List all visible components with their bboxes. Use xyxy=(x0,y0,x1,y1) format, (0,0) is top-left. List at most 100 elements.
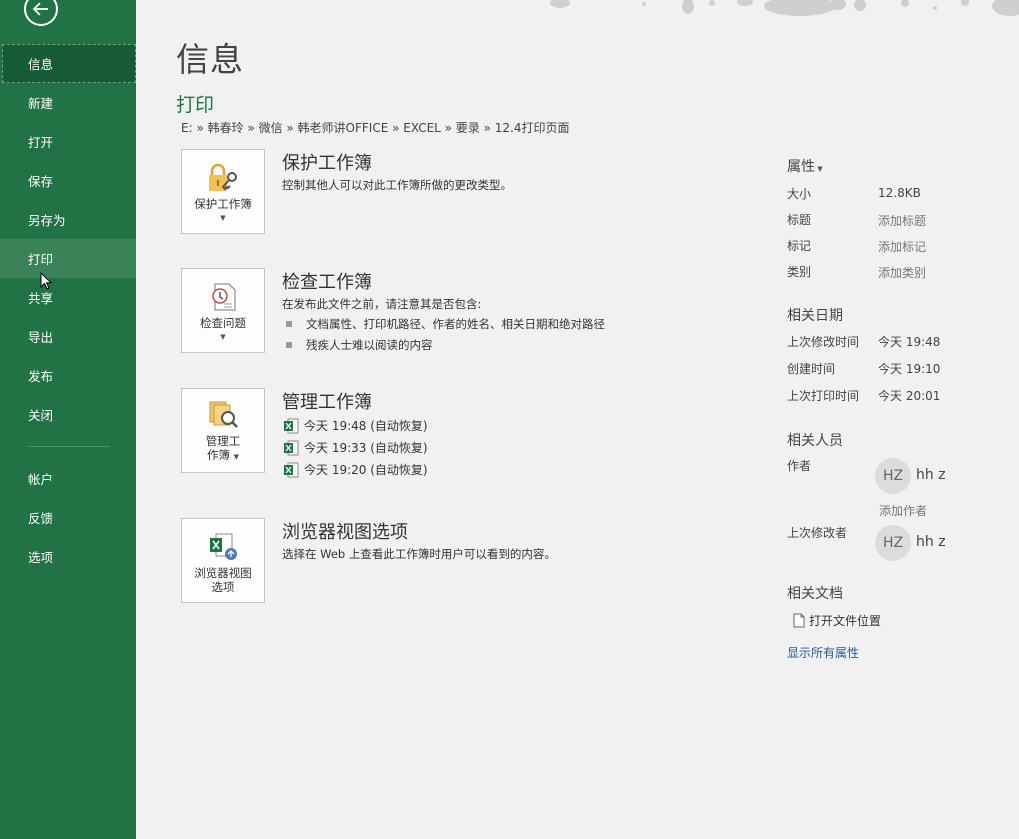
sidebar-item-publish[interactable]: 发布 xyxy=(0,356,136,395)
add-tag-field[interactable]: 添加标记 xyxy=(878,238,926,255)
date-value: 今天 19:10 xyxy=(878,362,941,376)
manage-workbook-button-label: 管理工 xyxy=(205,434,241,448)
sidebar-item-label: 反馈 xyxy=(28,511,54,526)
property-label: 类别 xyxy=(787,265,812,279)
check-issues-button-label: 检查问题 xyxy=(200,316,246,330)
property-label: 标记 xyxy=(787,239,812,253)
open-file-location-label: 打开文件位置 xyxy=(809,614,882,628)
date-label: 上次打印时间 xyxy=(787,389,860,403)
sidebar-item-info[interactable]: 信息 xyxy=(2,44,136,83)
related-dates-heading: 相关日期 xyxy=(787,308,843,324)
property-value: 12.8KB xyxy=(878,186,921,200)
manage-workbook-button-label-line2: 作簿 xyxy=(206,448,230,462)
manage-workbook-button-label: 作簿 ▼ xyxy=(207,448,239,464)
decorative-pattern xyxy=(550,0,1019,16)
sidebar-item-label: 共享 xyxy=(28,291,54,306)
browser-view-desc: 选择在 Web 上查看此工作簿时用户可以看到的内容。 xyxy=(282,547,556,561)
bullet-icon xyxy=(286,342,292,348)
properties-dropdown[interactable]: 属性 ▼ xyxy=(787,156,823,176)
protect-workbook-button-label: 保护工作簿 xyxy=(194,197,252,211)
modifier-name[interactable]: hh z xyxy=(916,534,946,550)
excel-file-icon xyxy=(284,462,299,477)
version-item[interactable]: 今天 19:33 (自动恢复) xyxy=(283,439,428,456)
sidebar-item-label: 打开 xyxy=(28,135,54,150)
modifier-avatar[interactable]: HZ xyxy=(875,525,911,561)
inspect-bullet: 文档属性、打印机路径、作者的姓名、相关日期和绝对路径 xyxy=(286,316,605,332)
back-arrow-icon xyxy=(32,2,48,16)
inspect-bullet-text: 文档属性、打印机路径、作者的姓名、相关日期和绝对路径 xyxy=(306,317,605,331)
protect-workbook-button[interactable]: 保护工作簿 ▼ xyxy=(181,149,265,234)
chevron-down-icon: ▼ xyxy=(233,453,240,461)
sidebar-item-options[interactable]: 选项 xyxy=(0,537,136,576)
version-item[interactable]: 今天 19:48 (自动恢复) xyxy=(283,417,428,434)
author-name[interactable]: hh z xyxy=(916,467,946,483)
backstage-sidebar: 信息 新建 打开 保存 另存为 打印 共享 导出 发布 关闭 帐户 反馈 选项 xyxy=(0,0,136,839)
excel-globe-icon xyxy=(210,533,237,560)
date-label: 上次修改时间 xyxy=(787,335,860,349)
version-label: 今天 19:48 (自动恢复) xyxy=(304,419,428,433)
related-documents-heading: 相关文档 xyxy=(787,586,843,602)
browser-view-title: 浏览器视图选项 xyxy=(282,522,408,543)
browser-view-button-label: 浏览器视图 xyxy=(194,566,252,580)
excel-file-icon xyxy=(284,418,299,433)
sidebar-item-label: 新建 xyxy=(28,96,54,111)
document-icon xyxy=(793,613,805,628)
sidebar-item-print[interactable]: 打印 xyxy=(0,239,136,278)
sidebar-item-close[interactable]: 关闭 xyxy=(0,395,136,434)
add-category-field[interactable]: 添加类别 xyxy=(878,264,926,281)
author-avatar[interactable]: HZ xyxy=(875,458,911,494)
sidebar-item-feedback[interactable]: 反馈 xyxy=(0,498,136,537)
date-value: 今天 20:01 xyxy=(878,389,941,403)
inspect-workbook-desc: 在发布此文件之前，请注意其是否包含: xyxy=(282,297,482,311)
property-label: 大小 xyxy=(787,187,812,201)
sidebar-item-label: 打印 xyxy=(28,252,54,267)
sidebar-item-share[interactable]: 共享 xyxy=(0,278,136,317)
sidebar-item-export[interactable]: 导出 xyxy=(0,317,136,356)
show-all-properties-link[interactable]: 显示所有属性 xyxy=(787,644,859,661)
manage-workbook-button[interactable]: 管理工 作簿 ▼ xyxy=(181,388,265,473)
sidebar-item-label: 保存 xyxy=(28,174,54,189)
lock-key-icon xyxy=(209,163,237,191)
sidebar-nav: 信息 新建 打开 保存 另存为 打印 共享 导出 发布 关闭 帐户 反馈 选项 xyxy=(0,44,136,576)
property-label: 标题 xyxy=(787,213,812,227)
protect-workbook-desc: 控制其他人可以对此工作簿所做的更改类型。 xyxy=(282,178,512,192)
version-item[interactable]: 今天 19:20 (自动恢复) xyxy=(283,461,428,478)
sidebar-item-save[interactable]: 保存 xyxy=(0,161,136,200)
sidebar-item-label: 帐户 xyxy=(28,472,54,487)
sidebar-item-label: 选项 xyxy=(28,550,54,565)
excel-file-icon xyxy=(284,440,299,455)
sidebar-item-label: 发布 xyxy=(28,369,54,384)
mouse-cursor-icon xyxy=(40,272,52,290)
sidebar-divider xyxy=(28,446,110,447)
chevron-down-icon: ▼ xyxy=(220,333,226,341)
sidebar-item-new[interactable]: 新建 xyxy=(0,83,136,122)
sidebar-item-save-as[interactable]: 另存为 xyxy=(0,200,136,239)
sidebar-item-label: 关闭 xyxy=(28,408,54,423)
inspect-bullet: 残疾人士难以阅读的内容 xyxy=(286,337,433,353)
manage-workbook-title: 管理工作簿 xyxy=(282,392,372,413)
sidebar-item-label: 信息 xyxy=(28,57,54,72)
manage-versions-icon xyxy=(209,401,238,428)
bullet-icon xyxy=(286,321,292,327)
inspect-workbook-title: 检查工作簿 xyxy=(282,272,372,293)
open-file-location-link[interactable]: 打开文件位置 xyxy=(793,612,881,629)
page-title: 信息 xyxy=(176,40,244,79)
browser-view-button-label-line2: 选项 xyxy=(211,580,235,594)
inspect-document-icon xyxy=(212,283,236,311)
date-label: 创建时间 xyxy=(787,362,836,376)
version-label: 今天 19:33 (自动恢复) xyxy=(304,441,428,455)
version-label: 今天 19:20 (自动恢复) xyxy=(304,463,428,477)
sidebar-item-label: 导出 xyxy=(28,330,54,345)
sidebar-item-label: 另存为 xyxy=(28,213,66,228)
add-author-link[interactable]: 添加作者 xyxy=(879,502,927,519)
file-name: 打印 xyxy=(176,94,215,116)
sidebar-item-account[interactable]: 帐户 xyxy=(0,459,136,498)
file-path-breadcrumb: E: » 韩春玲 » 微信 » 韩老师讲OFFICE » EXCEL » 要录 … xyxy=(181,121,570,135)
chevron-down-icon: ▼ xyxy=(815,165,823,173)
check-issues-button[interactable]: 检查问题 ▼ xyxy=(181,268,265,353)
author-label: 作者 xyxy=(787,459,812,473)
sidebar-item-open[interactable]: 打开 xyxy=(0,122,136,161)
add-title-field[interactable]: 添加标题 xyxy=(878,212,926,229)
browser-view-options-button[interactable]: 浏览器视图 选项 xyxy=(181,518,265,603)
back-button[interactable] xyxy=(24,0,58,26)
